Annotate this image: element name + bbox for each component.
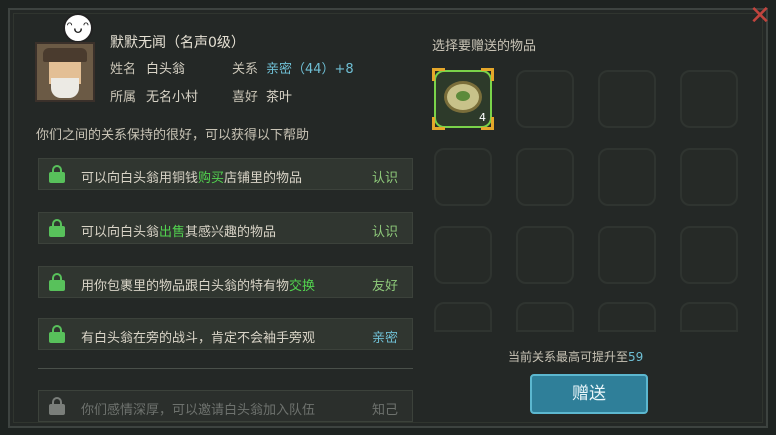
gift-section-title: 选择要赠送的物品 <box>432 39 537 54</box>
npc-name: 白头翁 <box>146 62 186 77</box>
gift-slot[interactable] <box>598 70 656 128</box>
relation-description: 你们之间的关系保持的很好，可以获得以下帮助 <box>36 128 310 143</box>
benefit-level: 亲密 <box>371 331 398 346</box>
gift-slot[interactable] <box>680 226 738 284</box>
benefit-level: 友好 <box>371 279 398 294</box>
hobby-value: 茶叶 <box>266 90 293 105</box>
gift-slot[interactable] <box>680 302 738 332</box>
benefit-text: 可以向白头翁出售其感兴趣的物品 <box>81 225 277 240</box>
gift-slot-selected[interactable]: 4 <box>432 68 494 130</box>
max-relation-text: 当前关系最高可提升至59 <box>508 350 644 364</box>
benefit-row: 有白头翁在旁的战斗，肯定不会袖手旁观 亲密 <box>38 318 413 350</box>
gift-slot[interactable] <box>680 148 738 206</box>
gift-slot[interactable] <box>516 148 574 206</box>
unlocked-icon <box>49 325 65 343</box>
gift-slot[interactable] <box>434 302 492 332</box>
gift-slot[interactable] <box>598 148 656 206</box>
locked-icon <box>49 397 65 415</box>
fame-title: 默默无闻（名声0级） <box>110 35 245 51</box>
benefit-level: 认识 <box>371 171 398 186</box>
benefit-level: 认识 <box>371 225 398 240</box>
benefit-level: 知己 <box>371 403 398 418</box>
benefit-text: 你们感情深厚，可以邀请白头翁加入队伍 <box>81 403 316 418</box>
item-count: 4 <box>479 111 486 124</box>
relation-value: 亲密（44）+8 <box>266 62 354 77</box>
gift-slot[interactable] <box>680 70 738 128</box>
unlocked-icon <box>49 273 65 291</box>
gift-slot[interactable] <box>516 302 574 332</box>
benefit-text: 可以向白头翁用铜钱购买店铺里的物品 <box>81 171 303 186</box>
divider <box>38 368 413 369</box>
belong-value: 无名小村 <box>146 90 199 105</box>
close-icon[interactable]: ✕ <box>748 3 772 29</box>
gift-slot[interactable] <box>598 302 656 332</box>
npc-portrait <box>35 42 95 102</box>
belong-label: 所属 <box>110 90 137 105</box>
gift-slot[interactable] <box>516 226 574 284</box>
benefit-row-locked: 你们感情深厚，可以邀请白头翁加入队伍 知己 <box>38 390 413 422</box>
gift-slot[interactable] <box>598 226 656 284</box>
benefit-text: 用你包裹里的物品跟白头翁的特有物交换 <box>81 279 316 294</box>
name-label: 姓名 <box>110 62 137 77</box>
tea-leaf-icon <box>444 81 482 113</box>
unlocked-icon <box>49 165 65 183</box>
gift-slot[interactable] <box>434 148 492 206</box>
hobby-label: 喜好 <box>232 90 259 105</box>
benefit-text: 有白头翁在旁的战斗，肯定不会袖手旁观 <box>81 331 316 346</box>
gift-slot[interactable] <box>434 226 492 284</box>
gift-slot[interactable] <box>516 70 574 128</box>
gift-button[interactable]: 赠送 <box>530 374 648 414</box>
benefit-row: 可以向白头翁用铜钱购买店铺里的物品 认识 <box>38 158 413 190</box>
benefit-row: 用你包裹里的物品跟白头翁的特有物交换 友好 <box>38 266 413 298</box>
benefit-row: 可以向白头翁出售其感兴趣的物品 认识 <box>38 212 413 244</box>
emote-smile-icon: ᵔᴗᵔ <box>63 13 93 43</box>
unlocked-icon <box>49 219 65 237</box>
relation-label: 关系 <box>232 62 259 77</box>
